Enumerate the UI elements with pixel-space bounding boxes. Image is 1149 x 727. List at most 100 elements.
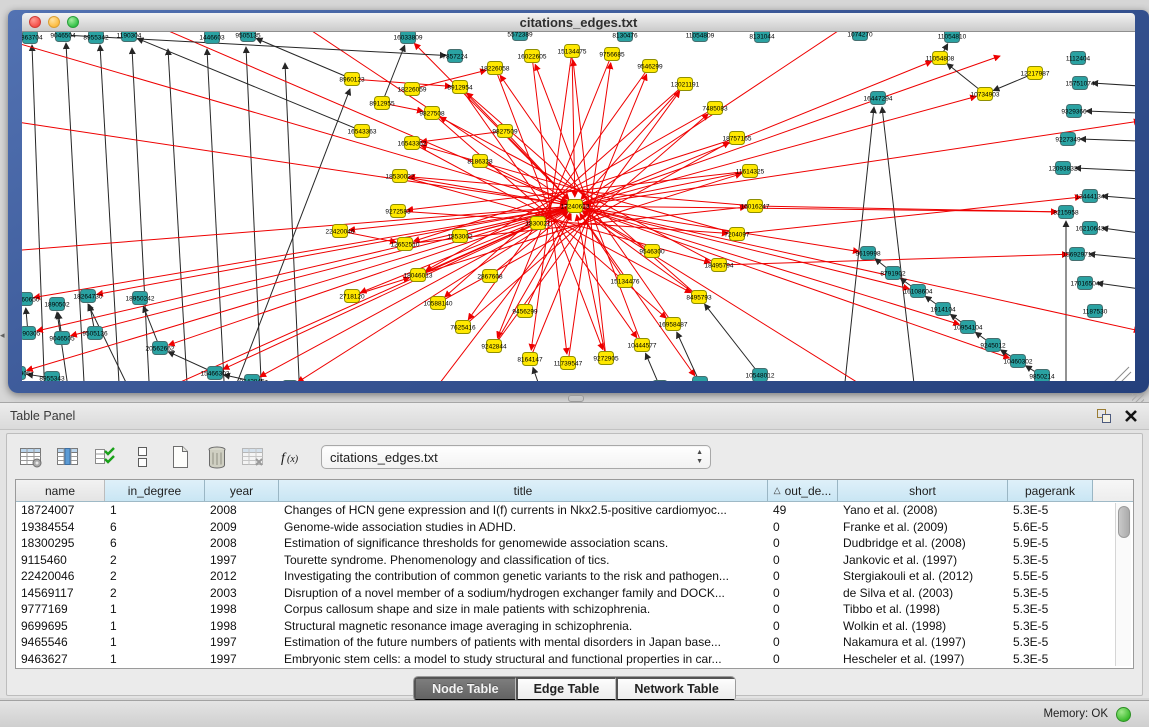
graph-node[interactable]: 16958487 <box>659 318 688 331</box>
network-canvas[interactable]: 1724061316016247116143251875716574850831… <box>22 32 1135 381</box>
column-header-pagerank[interactable]: pagerank <box>1008 480 1093 501</box>
graph-node[interactable]: 8955342 <box>83 32 109 44</box>
graph-node[interactable]: 2718120 <box>339 290 365 303</box>
table-vertical-scrollbar[interactable] <box>1115 503 1131 666</box>
graph-node[interactable]: 8912955 <box>369 97 395 110</box>
graph-node[interactable]: 1074270 <box>847 32 873 41</box>
graph-node[interactable]: 9272905 <box>593 352 619 365</box>
graph-node[interactable]: 1914104 <box>930 303 956 316</box>
graph-node[interactable]: 10954104 <box>954 321 983 334</box>
graph-node[interactable]: 18530022 <box>386 170 415 183</box>
graph-node[interactable]: 12021191 <box>671 78 700 91</box>
graph-node[interactable]: 9242844 <box>481 340 507 353</box>
graph-node[interactable]: 8912954 <box>447 81 473 94</box>
graph-node[interactable]: 9046504 <box>50 32 76 42</box>
graph-node[interactable]: 8955343 <box>39 372 65 382</box>
table-row[interactable]: 911546021997Tourette syndrome. Phenomeno… <box>16 552 1133 569</box>
column-header-name[interactable]: name <box>16 480 105 501</box>
graph-node[interactable]: 15751074 <box>1066 77 1095 90</box>
graph-node[interactable]: 16016247 <box>741 200 770 213</box>
graph-node[interactable]: 10460302 <box>1004 355 1033 368</box>
clear-selection-icon[interactable] <box>128 443 158 471</box>
graph-node[interactable]: 15692971 <box>1063 248 1092 261</box>
column-header-title[interactable]: title <box>279 480 768 501</box>
graph-node[interactable]: 13444134 <box>1076 190 1105 203</box>
column-header-in-degree[interactable]: in_degree <box>105 480 205 501</box>
graph-node[interactable]: 18757165 <box>723 132 752 145</box>
graph-node[interactable]: 15134476 <box>611 275 640 288</box>
graph-node[interactable]: 7625416 <box>450 321 476 334</box>
graph-node[interactable]: 17016504 <box>1071 277 1100 290</box>
graph-node[interactable]: 18226058 <box>481 62 510 75</box>
float-panel-icon[interactable] <box>1095 408 1111 424</box>
graph-node[interactable]: 16108604 <box>904 285 933 298</box>
insert-column-icon[interactable] <box>54 443 84 471</box>
graph-node[interactable]: 22420046 <box>326 225 355 238</box>
graph-node[interactable]: 8960123 <box>339 73 365 86</box>
new-page-icon[interactable] <box>165 443 195 471</box>
graph-node[interactable]: 7857224 <box>442 50 468 63</box>
graph-node[interactable]: 10588140 <box>424 297 453 310</box>
graph-node[interactable]: 11054810 <box>938 32 967 43</box>
table-row[interactable]: 977716911998Corpus callosum shape and si… <box>16 601 1133 618</box>
column-header-short[interactable]: short <box>838 480 1008 501</box>
graph-node[interactable]: 1853002 <box>447 230 473 243</box>
graph-node[interactable]: 9850214 <box>1029 370 1055 382</box>
memory-ok-indicator[interactable] <box>1116 707 1131 722</box>
graph-node[interactable]: 16210643 <box>1076 222 1105 235</box>
graph-node[interactable]: 1074261 <box>687 377 713 382</box>
graph-node[interactable]: 11739547 <box>554 357 583 370</box>
graph-node[interactable]: 10548012 <box>746 369 775 382</box>
scrollbar-thumb[interactable] <box>1118 506 1130 538</box>
graph-node[interactable]: 1863704 <box>22 32 43 44</box>
graph-node[interactable]: 16033809 <box>394 32 423 44</box>
table-row[interactable]: 946554611997Estimation of the future num… <box>16 634 1133 651</box>
graph-node[interactable]: 18950242 <box>126 292 155 305</box>
graph-node[interactable]: 9227349 <box>1055 133 1081 146</box>
table-row[interactable]: 969969511998Structural magnetic resonanc… <box>16 618 1133 635</box>
graph-node[interactable]: 18264730 <box>74 290 103 303</box>
graph-node[interactable]: 8164147 <box>517 353 543 366</box>
trash-icon[interactable] <box>202 443 232 471</box>
graph-node[interactable]: 11614325 <box>736 165 765 178</box>
graph-node[interactable]: 9046505 <box>49 332 75 345</box>
column-header-year[interactable]: year <box>205 480 279 501</box>
table-row[interactable]: 946362711997Embryonic stem cells: a mode… <box>16 651 1133 668</box>
table-selector-dropdown[interactable]: citations_edges.txt ▲▼ <box>321 445 711 469</box>
citation-graph[interactable]: 1724061316016247116143251875716574850831… <box>22 32 1135 381</box>
graph-node[interactable]: 1190305 <box>22 327 41 340</box>
graph-node[interactable]: 7204097 <box>724 228 750 241</box>
graph-node[interactable]: 15134475 <box>558 45 587 58</box>
graph-node[interactable]: 12093832 <box>1049 162 1078 175</box>
graph-node[interactable]: 10444577 <box>628 339 657 352</box>
table-row[interactable]: 1938455462009Genome-wide association stu… <box>16 519 1133 536</box>
table-row[interactable]: 1830029562008Estimation of significance … <box>16 535 1133 552</box>
select-rows-icon[interactable] <box>91 443 121 471</box>
collapse-panel-arrow-icon[interactable]: ◂ <box>0 330 5 341</box>
graph-node[interactable]: 25260650 <box>22 293 40 306</box>
graph-node[interactable]: 5572389 <box>507 32 533 41</box>
close-panel-icon[interactable] <box>1123 408 1139 424</box>
graph-node[interactable]: 1446603 <box>199 32 225 44</box>
graph-node[interactable]: 8215958 <box>1053 206 1079 219</box>
graph-node[interactable]: 8130476 <box>612 32 638 42</box>
tab-network-table[interactable]: Network Table <box>616 677 735 701</box>
graph-node[interactable]: 9756685 <box>599 48 625 61</box>
graph-node[interactable]: 8164104 <box>647 381 673 382</box>
graph-node[interactable]: 1890502 <box>44 298 70 311</box>
tab-node-table[interactable]: Node Table <box>414 677 515 701</box>
graph-node[interactable]: 9546299 <box>637 60 663 73</box>
graph-node[interactable]: 16022605 <box>518 50 547 63</box>
network-window[interactable]: citations_edges.txt 17240613160162471161… <box>8 10 1149 393</box>
fx-icon[interactable]: f(x) <box>276 443 306 471</box>
table-settings-icon[interactable] <box>17 443 47 471</box>
graph-node[interactable]: 9169905 <box>22 367 31 380</box>
table-row[interactable]: 2242004622012Investigating the contribut… <box>16 568 1133 585</box>
graph-node[interactable]: 11054809 <box>686 32 715 42</box>
table-row[interactable]: 1872400712008Changes of HCN gene express… <box>16 502 1133 519</box>
graph-node[interactable]: 1187530 <box>1083 305 1108 318</box>
graph-node[interactable]: 1190304 <box>117 32 142 42</box>
graph-node[interactable]: 9272583 <box>385 205 411 218</box>
graph-node[interactable]: 2867608 <box>477 270 503 283</box>
graph-node[interactable]: 1112404 <box>1066 52 1091 65</box>
